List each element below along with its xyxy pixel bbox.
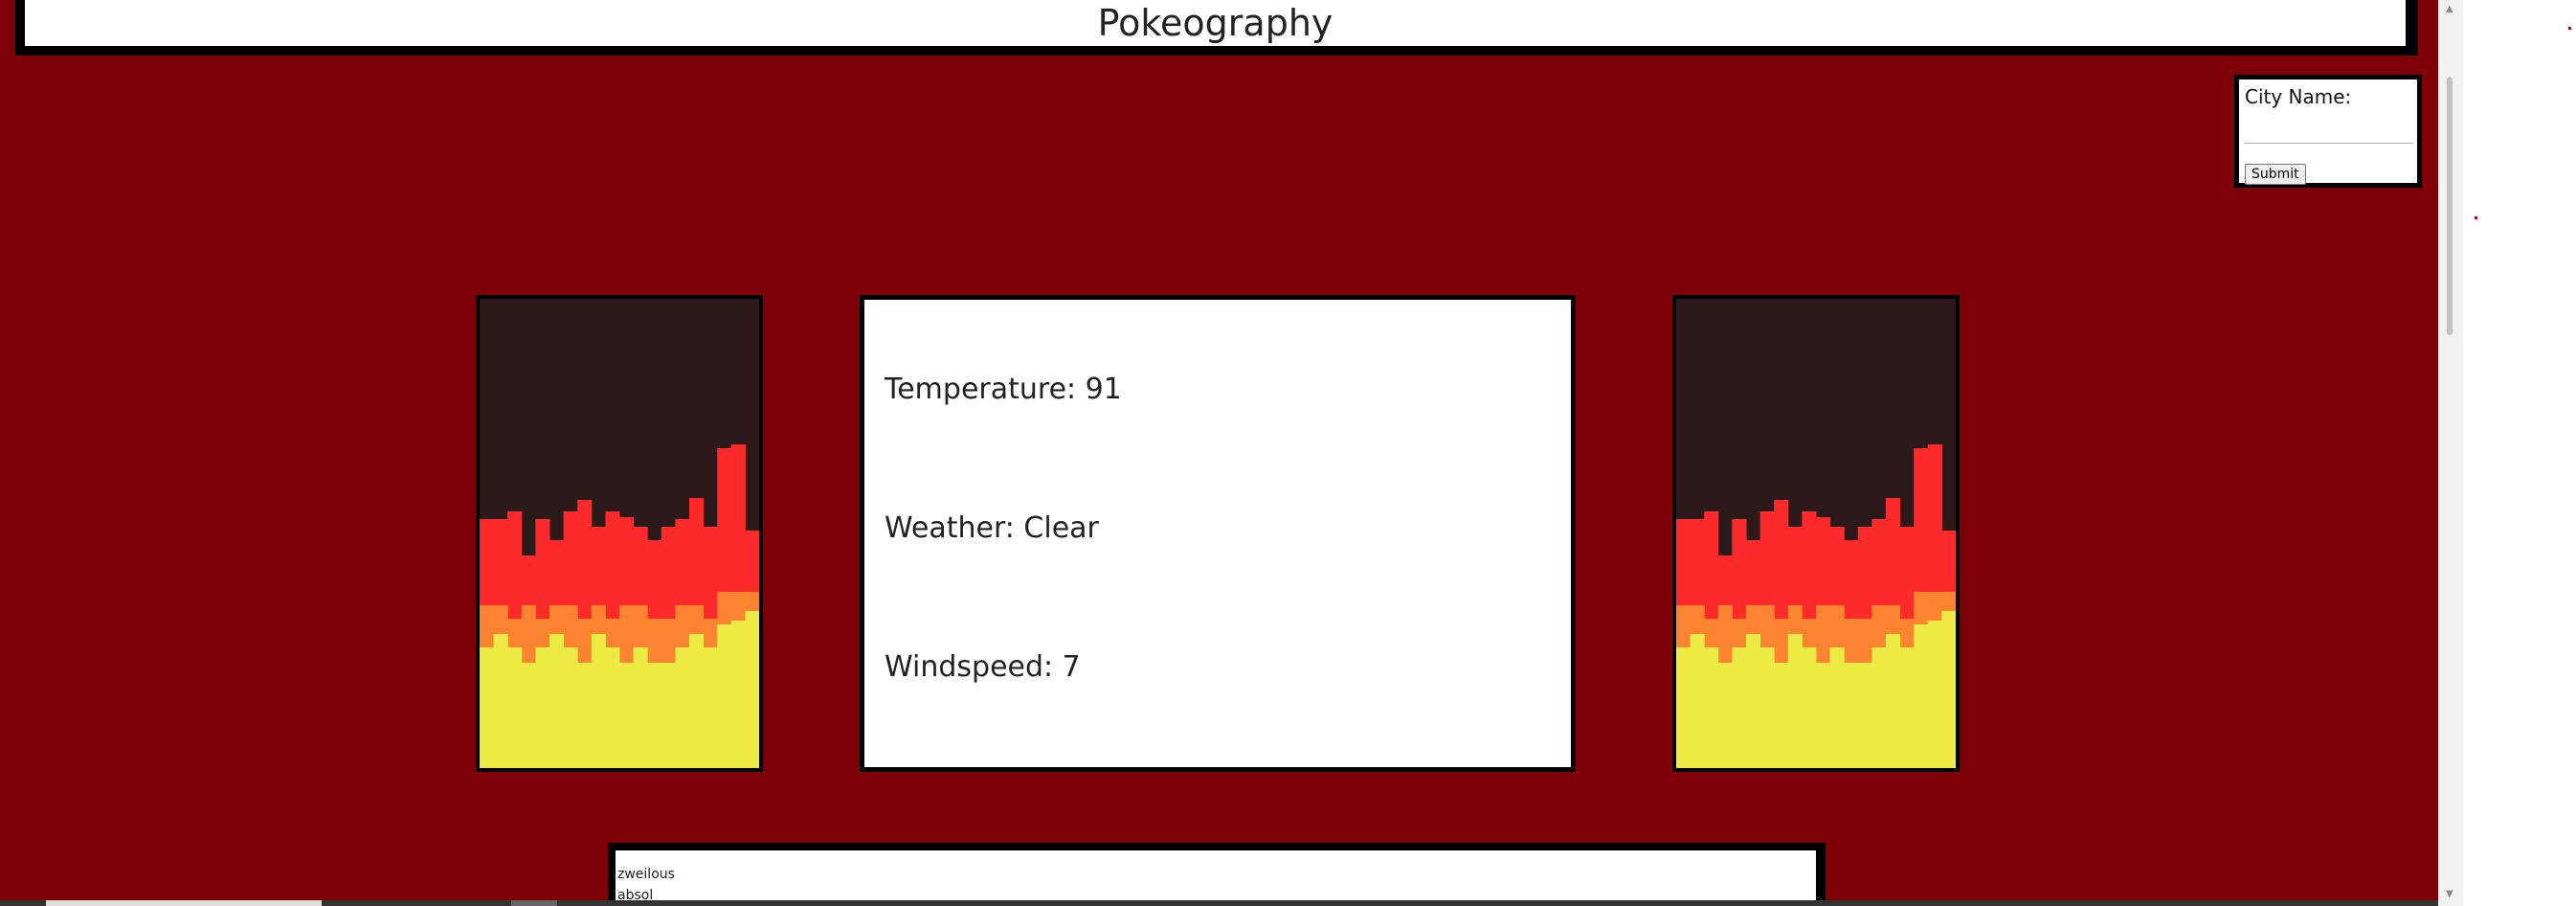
vertical-scrollbar[interactable]: ▲ ▼ — [2438, 0, 2463, 906]
weather-panel: Temperature: 91 Weather: Clear Windspeed… — [860, 295, 1576, 772]
scroll-down-arrow-icon[interactable]: ▼ — [2446, 889, 2453, 899]
header-bar: Pokeography — [15, 0, 2418, 56]
taskbar — [0, 900, 2438, 906]
pokemon-list-item: zweilous — [617, 867, 675, 882]
submit-button[interactable]: Submit — [2245, 164, 2306, 185]
fire-image-left — [476, 295, 763, 772]
pokemon-list-panel: zweilous absol — [608, 843, 1826, 906]
city-name-label: City Name: — [2245, 85, 2352, 108]
windspeed-text: Windspeed: 7 — [885, 650, 1081, 684]
city-name-input[interactable] — [2245, 114, 2413, 144]
scroll-up-arrow-icon[interactable]: ▲ — [2446, 4, 2453, 14]
fire-image-right — [1672, 295, 1960, 772]
stray-pixel — [2475, 216, 2477, 219]
weather-condition-text: Weather: Clear — [885, 511, 1099, 545]
stray-pixel — [2568, 27, 2571, 30]
scrollbar-thumb[interactable] — [2447, 77, 2453, 335]
taskbar-tab[interactable] — [46, 900, 322, 906]
fire-pixel-art — [480, 299, 759, 768]
page-viewport: Pokeography City Name: Submit Temperatur… — [0, 0, 2438, 906]
city-search-form: City Name: Submit — [2234, 75, 2422, 188]
page-title: Pokeography — [25, 0, 2406, 46]
taskbar-tab[interactable] — [511, 900, 557, 906]
temperature-text: Temperature: 91 — [885, 373, 1122, 406]
fire-pixel-art — [1676, 299, 1956, 768]
